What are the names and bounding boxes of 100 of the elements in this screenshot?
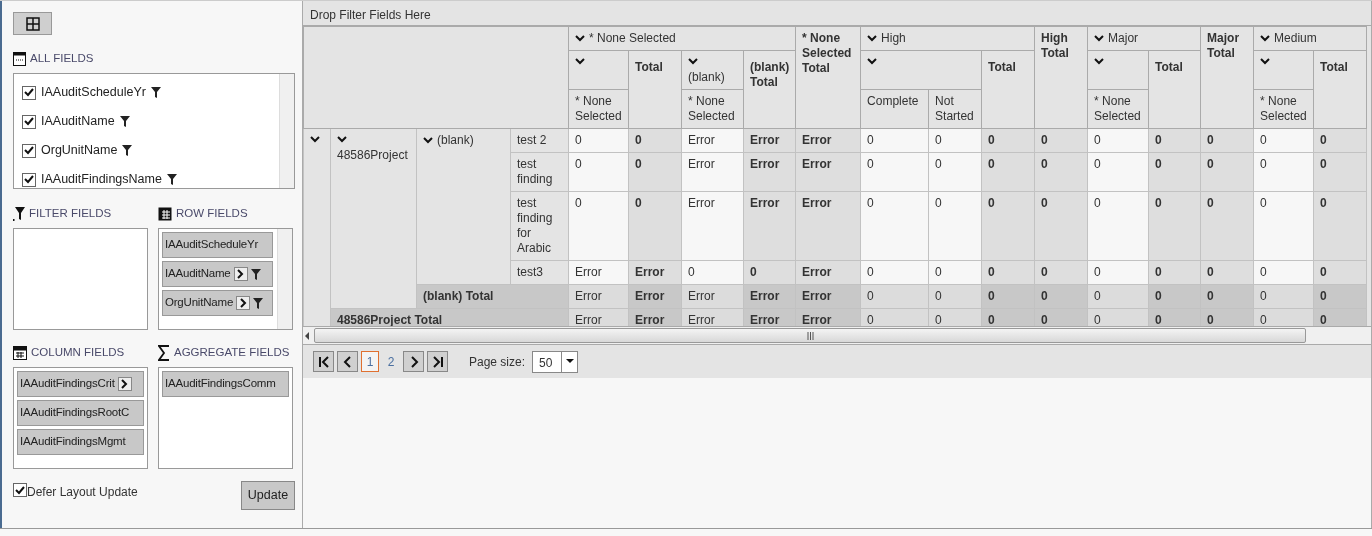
table-cell: 0 [1200, 152, 1254, 192]
section-title: ALL FIELDS [30, 51, 94, 67]
last-page-icon [431, 355, 444, 368]
dropdown-arrow-icon[interactable] [565, 359, 574, 364]
chevron-down-icon[interactable] [423, 137, 433, 144]
column-header: Not Started [928, 89, 982, 129]
drop-zone[interactable]: IAAuditFindingsCrit IAAuditFindingsRootC IAAuditFindingsMgmt [13, 367, 148, 469]
table-cell: 0 [860, 191, 929, 261]
column-header[interactable]: Medium [1253, 26, 1367, 51]
first-page-button[interactable] [313, 351, 334, 372]
column-header: Total [1148, 50, 1201, 129]
column-header: Total [981, 50, 1035, 129]
filter-icon[interactable] [166, 174, 177, 185]
filter-icon[interactable] [253, 297, 264, 309]
expand-button[interactable] [233, 267, 248, 281]
next-page-button[interactable] [403, 351, 424, 372]
column-header: (blank) Total [743, 50, 796, 129]
page-button[interactable]: 1 [361, 351, 379, 372]
column-fields-icon [13, 346, 27, 360]
drop-zone[interactable]: IAAuditScheduleYr IAAuditName OrgUnitName [158, 228, 293, 330]
section-title: AGGREGATE FIELDS [174, 345, 290, 361]
column-header: * None Selected [1087, 89, 1149, 129]
column-header: Total [628, 50, 682, 129]
filter-icon[interactable] [122, 145, 133, 156]
table-cell: 0 [628, 152, 682, 192]
expand-button[interactable] [117, 377, 132, 391]
table-cell: 0 [568, 191, 629, 261]
checkbox[interactable] [13, 483, 27, 497]
field-chip[interactable]: IAAuditFindingsMgmt [17, 429, 144, 455]
field-chip[interactable]: OrgUnitName [162, 290, 273, 316]
row-header: test finding for Arabic [510, 191, 569, 261]
checkbox[interactable] [22, 143, 36, 158]
table-cell: Error [795, 191, 861, 261]
chevron-down-icon[interactable] [310, 136, 320, 143]
column-header: * None Selected Total [795, 26, 861, 129]
chevron-down-icon[interactable] [867, 35, 878, 42]
page-size-dropdown[interactable]: 50 [532, 350, 579, 373]
grip-icon [806, 331, 814, 340]
sum-icon [158, 345, 170, 361]
previous-page-button[interactable] [337, 351, 358, 372]
chevron-right-icon [237, 269, 245, 279]
section-title: COLUMN FIELDS [31, 345, 125, 361]
column-header: * None Selected [681, 89, 744, 129]
section-title: FILTER FIELDS [29, 206, 112, 222]
column-header[interactable]: * None Selected [568, 26, 796, 51]
chevron-down-icon[interactable] [1260, 58, 1271, 65]
column-header: Major Total [1200, 26, 1254, 129]
page-button[interactable]: 2 [382, 351, 400, 372]
layout-button[interactable] [13, 12, 52, 35]
table-cell: 0 [1313, 191, 1367, 261]
field-chip[interactable]: IAAuditName [162, 261, 273, 287]
expand-button[interactable] [236, 296, 251, 310]
column-header: High Total [1034, 26, 1088, 129]
table-cell: 0 [981, 191, 1035, 261]
column-header[interactable]: High [860, 26, 1035, 51]
scroll-left-icon[interactable] [305, 331, 310, 340]
row-header: (blank) Total [416, 284, 569, 309]
chevron-down-icon[interactable] [575, 58, 585, 65]
last-page-button[interactable] [427, 351, 448, 372]
column-header[interactable]: Major [1087, 26, 1201, 51]
chevron-down-icon[interactable] [867, 58, 878, 65]
table-cell: 0 [628, 191, 682, 261]
chevron-down-icon[interactable] [1260, 35, 1271, 42]
field-label: OrgUnitName [41, 142, 118, 160]
chevron-down-icon[interactable] [337, 136, 347, 143]
checkbox[interactable] [22, 114, 36, 129]
field-label: Page size: [469, 353, 526, 371]
table-cell: 0 [1148, 152, 1201, 192]
table-cell: Error [681, 152, 744, 192]
field-label: IAAuditScheduleYr [41, 84, 146, 102]
filter-icon[interactable] [150, 87, 161, 98]
chevron-down-icon[interactable] [575, 35, 585, 42]
scrollbar[interactable] [303, 326, 1371, 345]
row-header[interactable]: 48586Project [330, 128, 417, 309]
table-cell: 0 [1034, 152, 1088, 192]
field-chip[interactable]: IAAuditFindingsComm [162, 371, 289, 397]
column-header: * None Selected [1253, 89, 1314, 129]
chevron-right-icon [121, 379, 129, 389]
table-cell: 0 [1200, 191, 1254, 261]
column-header[interactable]: (blank) [681, 50, 744, 90]
table-cell: 0 [1253, 152, 1314, 192]
chevron-down-icon[interactable] [1094, 35, 1105, 42]
grid-icon [25, 16, 40, 31]
table-cell: 0 [1087, 191, 1149, 261]
checkbox[interactable] [22, 85, 36, 100]
field-chip[interactable]: IAAuditFindingsCrit [17, 371, 144, 397]
table-cell: 0 [568, 152, 629, 192]
field-chip[interactable]: IAAuditFindingsRootC [17, 400, 144, 426]
drop-zone[interactable] [13, 228, 148, 330]
chevron-down-icon[interactable] [1094, 58, 1105, 65]
row-header[interactable]: (blank) [416, 128, 511, 285]
checkbox[interactable] [22, 172, 36, 187]
filter-icon[interactable] [119, 116, 130, 127]
table-cell: 0 [1253, 191, 1314, 261]
filter-icon[interactable] [250, 268, 261, 280]
drop-zone[interactable]: IAAuditFindingsComm [158, 367, 293, 469]
update-button[interactable]: Update [241, 481, 295, 510]
table-cell: 0 [860, 152, 929, 192]
chevron-down-icon[interactable] [688, 58, 698, 65]
field-chip[interactable]: IAAuditScheduleYr [162, 232, 273, 258]
